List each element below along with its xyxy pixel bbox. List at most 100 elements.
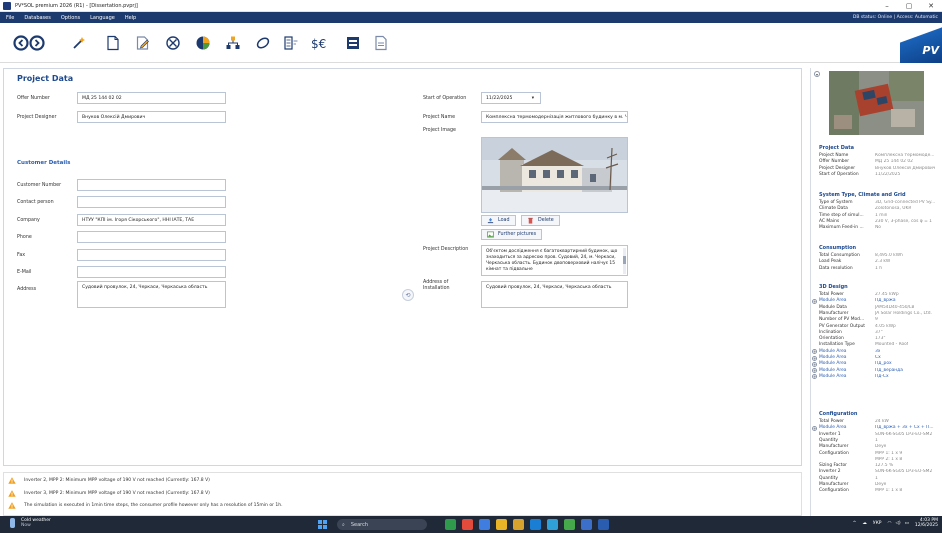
customer-number-field[interactable] (77, 179, 226, 191)
clock[interactable]: 4:03 PM 12/6/2025 (915, 518, 938, 528)
fax-field[interactable] (77, 249, 226, 261)
contact-person-field[interactable] (77, 196, 226, 208)
copy-address-button[interactable]: ⟲ (402, 289, 414, 301)
info-3d-design-row-value: JAM54D40-450/LB (875, 304, 915, 310)
description-scrollbar[interactable] (623, 248, 626, 274)
back-arrow-icon (13, 35, 29, 51)
installation-address-field[interactable]: Судовий провулок, 24, Черкаси, Черкаська… (481, 281, 628, 308)
info-3d-design-row-value[interactable]: Пд-Сх (875, 374, 889, 379)
project-description-field[interactable]: Об'єктом дослідження є багатоквартирний … (481, 245, 628, 276)
info-3d-design-row-value[interactable]: Зх (875, 349, 880, 354)
email-field[interactable] (77, 266, 226, 278)
collapse-panel-button[interactable]: ▾ (814, 71, 820, 77)
forward-button[interactable] (28, 34, 46, 52)
info-3d-design-row-value[interactable]: Пд_рох (875, 361, 892, 366)
project-data-button[interactable] (104, 34, 122, 52)
info-configuration-row-value: MPP 2: 1 x 8 (875, 456, 903, 462)
company-field[interactable]: НТУУ "КПІ ім. Ігоря Сікорського", ННІ ІА… (77, 214, 226, 226)
consumption-button[interactable] (194, 34, 212, 52)
load-image-button[interactable]: Load (481, 215, 516, 226)
offer-number-label: Offer Number (17, 96, 50, 101)
window-title: PV*SOL premium 2026 (R1) - [Dissertation… (15, 2, 138, 9)
chevron-down-icon: ▾ (531, 96, 534, 101)
fax-label: Fax (17, 253, 26, 258)
word-icon[interactable] (598, 519, 609, 530)
expand-module-area-button[interactable]: + (812, 374, 817, 380)
menu-databases[interactable]: Databases (24, 15, 50, 21)
info-3d-design-row-value[interactable]: Пд_веранда (875, 368, 903, 373)
chevron-up-icon[interactable]: ^ (853, 521, 857, 526)
project-designer-field[interactable]: Внуков Олексій Дмирович (77, 111, 226, 123)
info-3d-design-row-value[interactable]: Пд_вржа (875, 298, 896, 303)
cloud-icon[interactable]: ☁ (862, 521, 867, 526)
further-pictures-button[interactable]: Further pictures (481, 229, 543, 240)
customer-address-field[interactable]: Судовий провулок, 24, Черкаси, Черкаська… (77, 281, 226, 308)
expand-module-area-button[interactable]: + (812, 368, 817, 374)
start-of-operation-value: 11/22/2025 (486, 96, 513, 101)
info-3d-design-row-value: 9 (875, 317, 878, 323)
results-button[interactable] (344, 34, 362, 52)
info-3d-design-row-value[interactable]: Сх (875, 355, 881, 360)
financial-analysis-button[interactable]: $€ (310, 34, 332, 52)
climate-button[interactable] (164, 34, 182, 52)
phone-field[interactable] (77, 231, 226, 243)
menu-options[interactable]: Options (61, 15, 80, 21)
input-language[interactable]: УКР (873, 521, 882, 526)
search-label: Search (350, 521, 368, 528)
expand-module-area-button[interactable]: + (812, 361, 817, 367)
close-button[interactable]: ✕ (920, 0, 942, 12)
battery-icon[interactable]: ▭ (905, 521, 909, 526)
pvsol-taskbar-icon[interactable] (581, 519, 592, 530)
pvsol-app-icon (3, 1, 11, 10)
start-of-operation-date-picker[interactable]: 11/22/2025 ▾ (481, 92, 541, 104)
taskbar-app-icon[interactable] (479, 519, 490, 530)
warning-item[interactable]: Inverter 2, MPP 2: Minimum MPP voltage o… (8, 477, 210, 484)
description-scroll-thumb[interactable] (623, 256, 626, 264)
menu-help[interactable]: Help (125, 15, 136, 21)
cables-button[interactable] (254, 34, 272, 52)
file-explorer-icon[interactable] (496, 519, 507, 530)
menu-file[interactable]: File (6, 15, 14, 21)
taskbar-app-icon[interactable] (445, 519, 456, 530)
project-image (481, 137, 628, 213)
taskbar-search[interactable]: ⌕ Search (337, 519, 427, 530)
warning-icon (8, 490, 16, 497)
taskbar-app-icon[interactable] (564, 519, 575, 530)
info-configuration-row-value[interactable]: Пд_вржа + Зх + Сх + П... (875, 425, 934, 430)
weather-widget[interactable]: Cold weather Now (10, 518, 51, 528)
report-icon (375, 35, 387, 51)
delete-image-button[interactable]: Delete (521, 215, 560, 226)
presentation-button[interactable] (372, 34, 390, 52)
edit-document-button[interactable] (134, 34, 152, 52)
wifi-icon[interactable]: ◠ (888, 521, 892, 526)
expand-module-area-button[interactable]: + (812, 298, 817, 304)
windows-start-icon[interactable] (318, 520, 327, 529)
simulation-button[interactable] (282, 34, 300, 52)
email-label: E-Mail (17, 270, 32, 275)
expand-module-area-button[interactable]: + (812, 425, 817, 431)
taskbar-app-icon[interactable] (462, 519, 473, 530)
expand-module-area-button[interactable]: + (812, 349, 817, 355)
expand-module-area-button[interactable]: + (812, 355, 817, 361)
info-system-row-value: 3D, Grid-connected PV Sy... (875, 200, 936, 205)
offer-number-field[interactable]: МД 25 144 02 02 (77, 92, 226, 104)
taskbar-app-icon[interactable] (513, 519, 524, 530)
company-label: Company (17, 218, 40, 223)
minimize-button[interactable]: – (876, 0, 898, 12)
menu-language[interactable]: Language (90, 15, 115, 21)
warning-item[interactable]: The simulation is executed in 1min time … (8, 502, 283, 509)
project-name-field[interactable]: Комплексна термомодернізація житлового б… (481, 111, 628, 123)
maximize-button[interactable]: ▢ (898, 0, 920, 12)
taskbar-app-icon[interactable] (547, 519, 558, 530)
edge-browser-icon[interactable] (530, 519, 541, 530)
project-overview-panel: ▾ Project Data Project Name Комплексна тер… (810, 68, 942, 516)
project-wizard-button[interactable] (70, 34, 88, 52)
aerial-thumbnail (829, 71, 924, 135)
db-status: DB status: Online | Access: Automatic (852, 15, 938, 20)
info-project-row-label: Start of Operation (819, 171, 859, 177)
info-3d-design-row-label: PV Generator Output (819, 323, 865, 329)
warning-item[interactable]: Inverter 3, MPP 2: Minimum MPP voltage o… (8, 490, 210, 497)
system-design-button[interactable] (224, 34, 242, 52)
volume-icon[interactable]: ◁) (895, 521, 900, 526)
info-configuration-row-value: MPP 1: 1 x 8 (875, 488, 903, 494)
